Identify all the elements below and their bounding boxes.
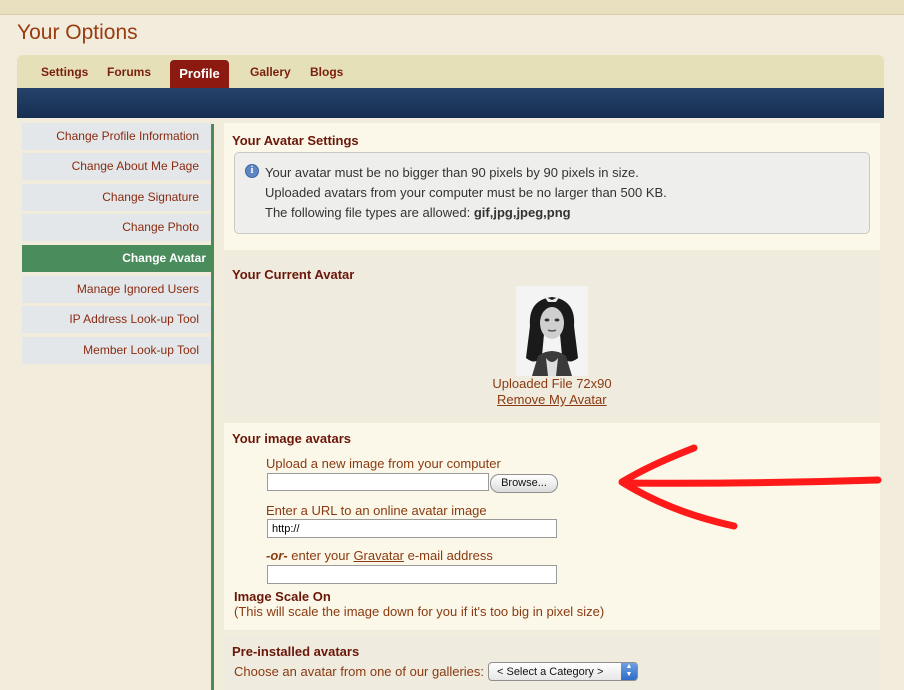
image-scale-heading: Image Scale On [234, 589, 331, 604]
filetypes-list: gif,jpg,jpeg,png [473, 205, 571, 220]
avatar-info-box: i Your avatar must be no bigger than 90 … [234, 152, 870, 234]
avatar-caption: Uploaded File 72x90 [492, 376, 612, 391]
gravatar-pre-text: enter your [287, 548, 354, 563]
tab-profile[interactable]: Profile [170, 60, 229, 88]
url-label: Enter a URL to an online avatar image [266, 503, 487, 518]
current-avatar-heading: Your Current Avatar [232, 267, 355, 282]
sidebar-item-manage-ignored-users[interactable]: Manage Ignored Users [22, 276, 211, 303]
category-select[interactable]: < Select a Category > ▲ ▼ [488, 662, 638, 681]
info-line-filetypes: The following file types are allowed: gi… [265, 205, 571, 220]
browse-button[interactable]: Browse... [490, 474, 558, 493]
annotation-arrow [618, 444, 882, 530]
sidebar-item-change-about-me-page[interactable]: Change About Me Page [22, 153, 211, 180]
sidebar-divider [211, 124, 214, 690]
sub-nav-bar [17, 88, 884, 118]
page-title: Your Options [17, 21, 138, 44]
sidebar-item-ip-address-lookup-tool[interactable]: IP Address Look-up Tool [22, 306, 211, 333]
choose-gallery-label: Choose an avatar from one of our galleri… [234, 664, 485, 679]
gravatar-post-text: e-mail address [404, 548, 493, 563]
category-select-value: < Select a Category > [497, 666, 604, 678]
remove-avatar-link[interactable]: Remove My Avatar [497, 392, 607, 407]
top-strip [0, 0, 904, 15]
info-line-filesize: Uploaded avatars from your computer must… [265, 185, 667, 200]
gravatar-label: -or- enter your Gravatar e-mail address [266, 548, 493, 563]
current-avatar-image [516, 286, 588, 376]
sidebar-item-change-photo[interactable]: Change Photo [22, 214, 211, 241]
gravatar-or-text: -or- [266, 548, 288, 563]
tab-bar: Settings Forums Profile Gallery Blogs [17, 55, 884, 88]
image-avatars-heading: Your image avatars [232, 431, 351, 446]
sidebar-item-change-avatar[interactable]: Change Avatar [22, 245, 211, 272]
tab-settings[interactable]: Settings [41, 65, 88, 79]
tab-gallery[interactable]: Gallery [250, 65, 291, 79]
tab-blogs[interactable]: Blogs [310, 65, 343, 79]
filetypes-prefix: The following file types are allowed: [265, 205, 474, 220]
preinstalled-heading: Pre-installed avatars [232, 644, 360, 659]
sidebar-item-change-profile-information[interactable]: Change Profile Information [22, 123, 211, 150]
gravatar-email-input[interactable] [267, 565, 557, 584]
select-arrows-icon: ▲ ▼ [621, 663, 637, 680]
sidebar-item-change-signature[interactable]: Change Signature [22, 184, 211, 211]
upload-file-input[interactable] [267, 473, 489, 491]
gravatar-link[interactable]: Gravatar [353, 548, 404, 563]
avatar-settings-heading: Your Avatar Settings [232, 133, 359, 148]
sidebar-item-member-lookup-tool[interactable]: Member Look-up Tool [22, 337, 211, 364]
image-scale-note: (This will scale the image down for you … [234, 604, 605, 619]
annotation-arrow-head [618, 444, 738, 530]
info-icon: i [245, 164, 259, 178]
upload-label: Upload a new image from your computer [266, 456, 501, 471]
tab-forums[interactable]: Forums [107, 65, 151, 79]
avatar-url-input[interactable] [267, 519, 557, 538]
annotation-arrow-shaft [620, 476, 882, 487]
info-line-size: Your avatar must be no bigger than 90 pi… [265, 165, 639, 180]
